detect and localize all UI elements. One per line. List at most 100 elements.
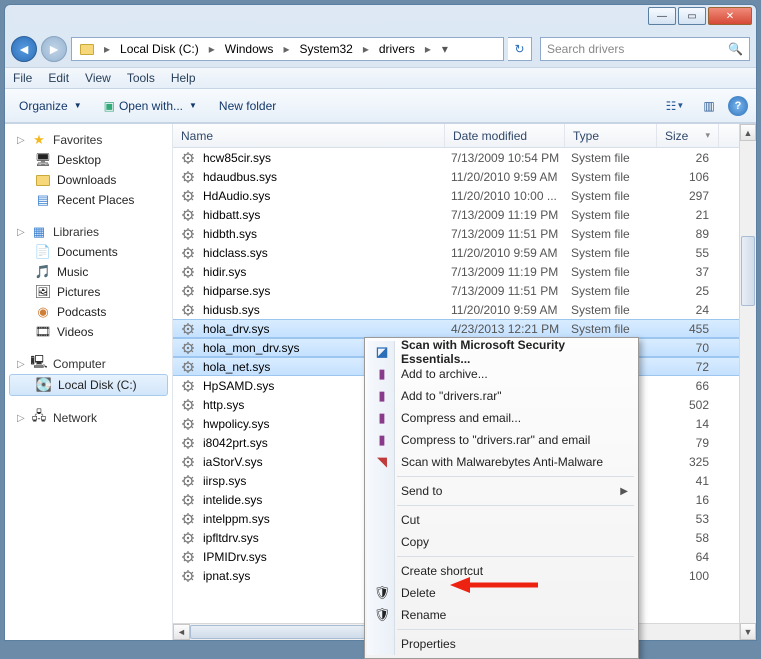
tree-documents[interactable]: 📄Documents [5, 242, 172, 262]
mse-icon: ◪ [373, 343, 391, 361]
menu-edit[interactable]: Edit [48, 71, 69, 85]
file-type: System file [571, 189, 663, 203]
menu-view[interactable]: View [85, 71, 111, 85]
ctx-delete[interactable]: 🛡Delete [367, 582, 636, 604]
file-size: 455 [663, 322, 717, 336]
scroll-down-button[interactable]: ▼ [740, 623, 756, 640]
file-type: System file [571, 322, 663, 336]
back-button[interactable]: ◄ [11, 36, 37, 62]
file-name: hidusb.sys [203, 303, 451, 317]
file-row[interactable]: hidusb.sys11/20/2010 9:59 AMSystem file2… [173, 300, 756, 319]
file-row[interactable]: hola_drv.sys4/23/2013 12:21 PMSystem fil… [173, 319, 756, 338]
menu-file[interactable]: File [13, 71, 32, 85]
desktop-icon: 🖥 [35, 152, 51, 168]
v-scrollbar[interactable]: ▲ ▼ [739, 124, 756, 640]
ctx-compress-drivers-email[interactable]: ▮Compress to "drivers.rar" and email [367, 429, 636, 451]
tree-pictures[interactable]: 🖼Pictures [5, 282, 172, 302]
tree-favorites[interactable]: ▷★Favorites [5, 130, 172, 150]
tree-recent[interactable]: ▤Recent Places [5, 190, 172, 210]
menu-help[interactable]: Help [171, 71, 196, 85]
libraries-icon: ▦ [31, 224, 47, 240]
forward-button[interactable]: ► [41, 36, 67, 62]
drive-icon: 💽 [36, 377, 52, 393]
breadcrumb[interactable]: drivers [373, 38, 421, 60]
maximize-button[interactable]: ▭ [678, 7, 706, 25]
col-size[interactable]: Size▾ [657, 124, 719, 147]
ctx-scan-mse[interactable]: ◪Scan with Microsoft Security Essentials… [367, 341, 636, 363]
rar-icon: ▮ [373, 365, 391, 383]
file-size: 72 [663, 360, 717, 374]
breadcrumb[interactable]: Windows [219, 38, 280, 60]
rar-icon: ▮ [373, 431, 391, 449]
tree-videos[interactable]: 🎞Videos [5, 322, 172, 342]
sys-file-icon [181, 246, 197, 260]
sys-file-icon [181, 512, 197, 526]
file-size: 16 [663, 493, 717, 507]
ctx-copy[interactable]: Copy [367, 531, 636, 553]
file-size: 297 [663, 189, 717, 203]
v-scroll-thumb[interactable] [741, 236, 755, 306]
file-type: System file [571, 208, 663, 222]
ctx-sendto[interactable]: Send to▶ [367, 480, 636, 502]
tree-podcasts[interactable]: ◉Podcasts [5, 302, 172, 322]
preview-pane-button[interactable]: ▥ [694, 95, 724, 117]
file-row[interactable]: hidbth.sys7/13/2009 11:51 PMSystem file8… [173, 224, 756, 243]
col-name[interactable]: Name [173, 124, 445, 147]
scroll-up-button[interactable]: ▲ [740, 124, 756, 141]
openwith-button[interactable]: ▣Open with...▼ [98, 95, 203, 117]
col-date[interactable]: Date modified [445, 124, 565, 147]
file-name: hidclass.sys [203, 246, 451, 260]
ctx-properties[interactable]: Properties [367, 633, 636, 655]
file-row[interactable]: HdAudio.sys11/20/2010 10:00 ...System fi… [173, 186, 756, 205]
toolbar: Organize▼ ▣Open with...▼ New folder ☷ ▼ … [5, 89, 756, 123]
tree-downloads[interactable]: Downloads [5, 170, 172, 190]
file-date: 11/20/2010 9:59 AM [451, 246, 571, 260]
file-row[interactable]: hidbatt.sys7/13/2009 11:19 PMSystem file… [173, 205, 756, 224]
ctx-compress-email[interactable]: ▮Compress and email... [367, 407, 636, 429]
ctx-rename[interactable]: 🛡Rename [367, 604, 636, 626]
file-row[interactable]: hidclass.sys11/20/2010 9:59 AMSystem fil… [173, 243, 756, 262]
newfolder-button[interactable]: New folder [213, 95, 282, 117]
file-row[interactable]: hcw85cir.sys7/13/2009 10:54 PMSystem fil… [173, 148, 756, 167]
tree-localdisk[interactable]: 💽Local Disk (C:) [9, 374, 168, 396]
file-row[interactable]: hdaudbus.sys11/20/2010 9:59 AMSystem fil… [173, 167, 756, 186]
tree-music[interactable]: 🎵Music [5, 262, 172, 282]
breadcrumb[interactable]: System32 [293, 38, 358, 60]
file-size: 14 [663, 417, 717, 431]
ctx-add-drivers[interactable]: ▮Add to "drivers.rar" [367, 385, 636, 407]
file-row[interactable]: hidparse.sys7/13/2009 11:51 PMSystem fil… [173, 281, 756, 300]
minimize-button[interactable]: — [648, 7, 676, 25]
file-type: System file [571, 227, 663, 241]
address-bar[interactable]: ▸ Local Disk (C:) ▸ Windows ▸ System32 ▸… [71, 37, 504, 61]
file-row[interactable]: hidir.sys7/13/2009 11:19 PMSystem file37 [173, 262, 756, 281]
file-size: 70 [663, 341, 717, 355]
tree-desktop[interactable]: 🖥Desktop [5, 150, 172, 170]
view-mode-button[interactable]: ☷ ▼ [660, 95, 690, 117]
tree-computer[interactable]: ▷🖳Computer [5, 354, 172, 374]
col-type[interactable]: Type [565, 124, 657, 147]
help-button[interactable]: ? [728, 96, 748, 116]
tree-network[interactable]: ▷🖧Network [5, 408, 172, 428]
search-box[interactable]: Search drivers 🔍 [540, 37, 750, 61]
scroll-left-button[interactable]: ◄ [173, 624, 190, 640]
ctx-scan-mbam[interactable]: ◥Scan with Malwarebytes Anti-Malware [367, 451, 636, 473]
ctx-add-archive[interactable]: ▮Add to archive... [367, 363, 636, 385]
podcasts-icon: ◉ [35, 304, 51, 320]
organize-button[interactable]: Organize▼ [13, 95, 88, 117]
file-size: 37 [663, 265, 717, 279]
breadcrumb-sep: ▸ [100, 42, 114, 56]
search-placeholder: Search drivers [547, 42, 624, 56]
refresh-button[interactable]: ↻ [508, 37, 532, 61]
file-size: 21 [663, 208, 717, 222]
file-size: 26 [663, 151, 717, 165]
close-button[interactable]: ✕ [708, 7, 752, 25]
ctx-create-shortcut[interactable]: Create shortcut [367, 560, 636, 582]
breadcrumb[interactable]: Local Disk (C:) [114, 38, 205, 60]
downloads-icon [35, 172, 51, 188]
menu-tools[interactable]: Tools [127, 71, 155, 85]
videos-icon: 🎞 [35, 324, 51, 340]
addr-dropdown-icon[interactable]: ▾ [435, 42, 455, 56]
file-type: System file [571, 284, 663, 298]
ctx-cut[interactable]: Cut [367, 509, 636, 531]
tree-libraries[interactable]: ▷▦Libraries [5, 222, 172, 242]
